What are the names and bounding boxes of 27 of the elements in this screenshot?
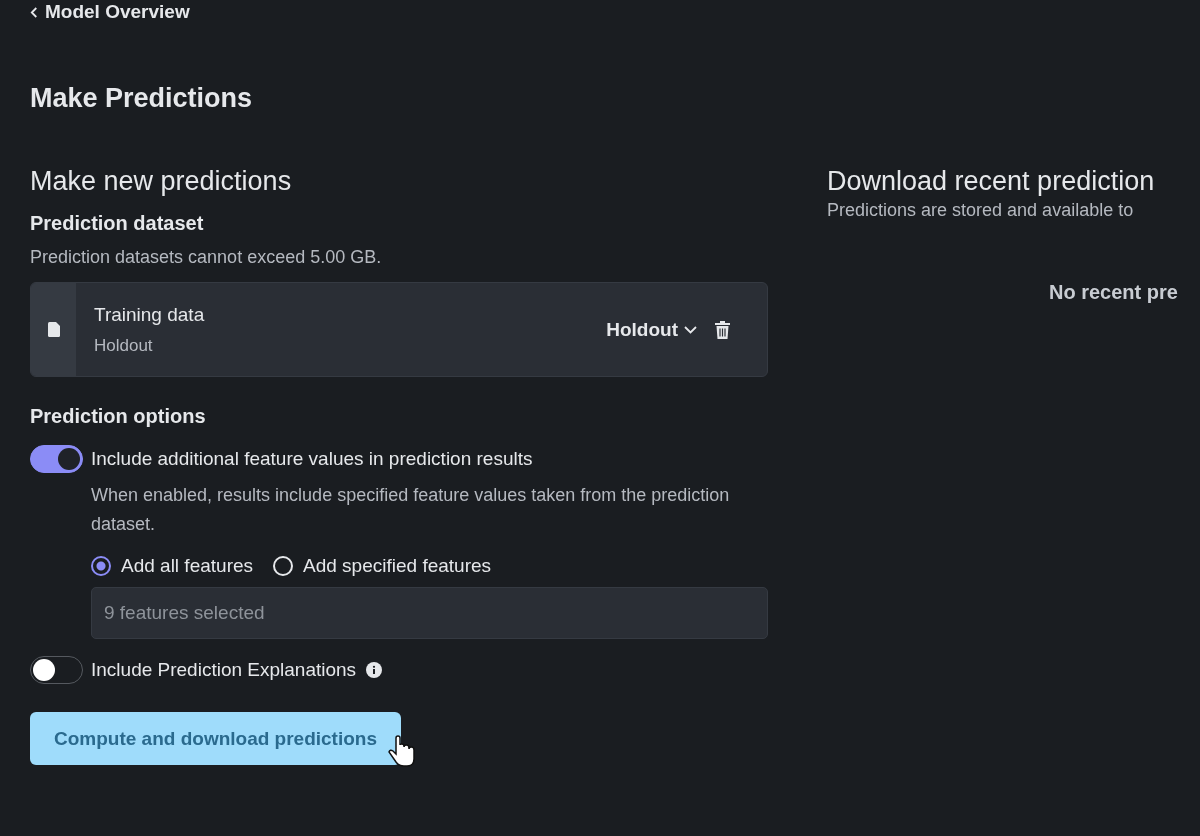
compute-button[interactable]: Compute and download predictions <box>30 712 401 765</box>
chevron-down-icon <box>684 325 697 334</box>
radio-option[interactable]: Add specified features <box>273 555 492 577</box>
subtitle-text: Predictions are stored and available to <box>827 200 1135 221</box>
hint-text: Prediction datasets cannot exceed 5.00 GB. <box>30 247 383 268</box>
radio-option[interactable]: Add all features <box>91 555 254 577</box>
toggle-switch[interactable] <box>30 445 83 473</box>
page-title: Make Predictions <box>30 83 254 114</box>
chevron-left-icon <box>30 5 39 19</box>
features-field[interactable]: 9 features selected <box>91 587 768 639</box>
description-text: When enabled, results include specified feature values taken from the prediction dataset. <box>91 484 731 536</box>
hand-cursor-icon <box>387 734 417 768</box>
toggle-label: Include additional feature values in prediction results <box>91 448 533 470</box>
trash-icon[interactable] <box>715 320 730 339</box>
field-label: Prediction options <box>30 405 207 428</box>
info-icon[interactable] <box>366 662 383 678</box>
section-heading: Make new predictions <box>30 165 293 198</box>
partition-dropdown[interactable]: Holdout <box>606 318 697 341</box>
radio-button[interactable] <box>91 556 111 576</box>
dataset-partition: Holdout <box>94 335 154 356</box>
empty-state-text: No recent pre <box>1049 281 1179 304</box>
section-heading: Download recent prediction <box>827 165 1156 198</box>
back-link[interactable]: Model Overview <box>30 1 190 23</box>
dataset-name: Training data <box>94 303 206 326</box>
field-label: Prediction dataset <box>30 212 205 235</box>
file-icon <box>47 322 60 337</box>
toggle-label: Include Prediction Explanations <box>91 659 357 681</box>
